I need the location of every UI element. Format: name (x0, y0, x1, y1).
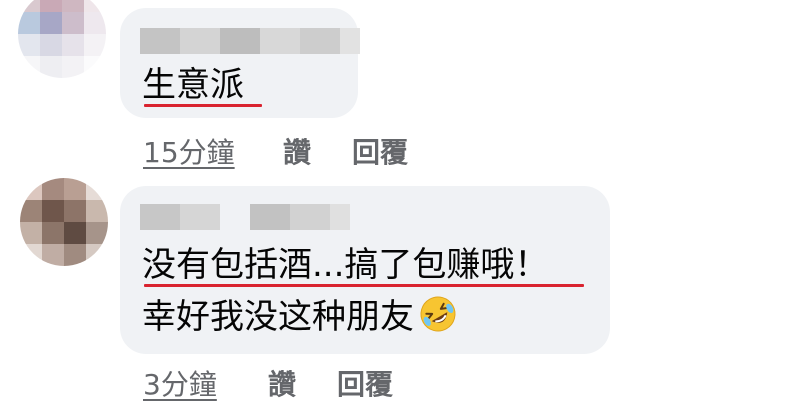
like-button[interactable]: 讚 (283, 136, 311, 170)
comment-bubble: 没有包括酒...搞了包赚哦！ 幸好我没这种朋友 (120, 186, 610, 354)
highlight-underline (144, 284, 584, 287)
reply-button[interactable]: 回覆 (352, 136, 408, 170)
commenter-name-blurred[interactable] (140, 204, 350, 230)
comment-timestamp[interactable]: 3分鐘 (143, 368, 217, 402)
commenter-name-blurred[interactable] (140, 28, 360, 54)
comment-text-line-2-label: 幸好我没这种朋友 (142, 297, 414, 337)
avatar[interactable] (20, 178, 108, 266)
comment-bubble: 生意派 (120, 8, 360, 118)
highlight-underline (144, 104, 262, 107)
comment-text-line-1: 没有包括酒...搞了包赚哦！ (142, 245, 549, 285)
avatar[interactable] (18, 0, 106, 78)
reply-button[interactable]: 回覆 (337, 368, 393, 402)
like-button[interactable]: 讚 (268, 368, 296, 402)
comment-text: 生意派 (142, 65, 244, 105)
comment-timestamp[interactable]: 15分鐘 (143, 136, 235, 170)
comment-text-line-2: 幸好我没这种朋友 (142, 294, 458, 344)
rolling-on-floor-laughing-emoji-icon (418, 294, 458, 344)
